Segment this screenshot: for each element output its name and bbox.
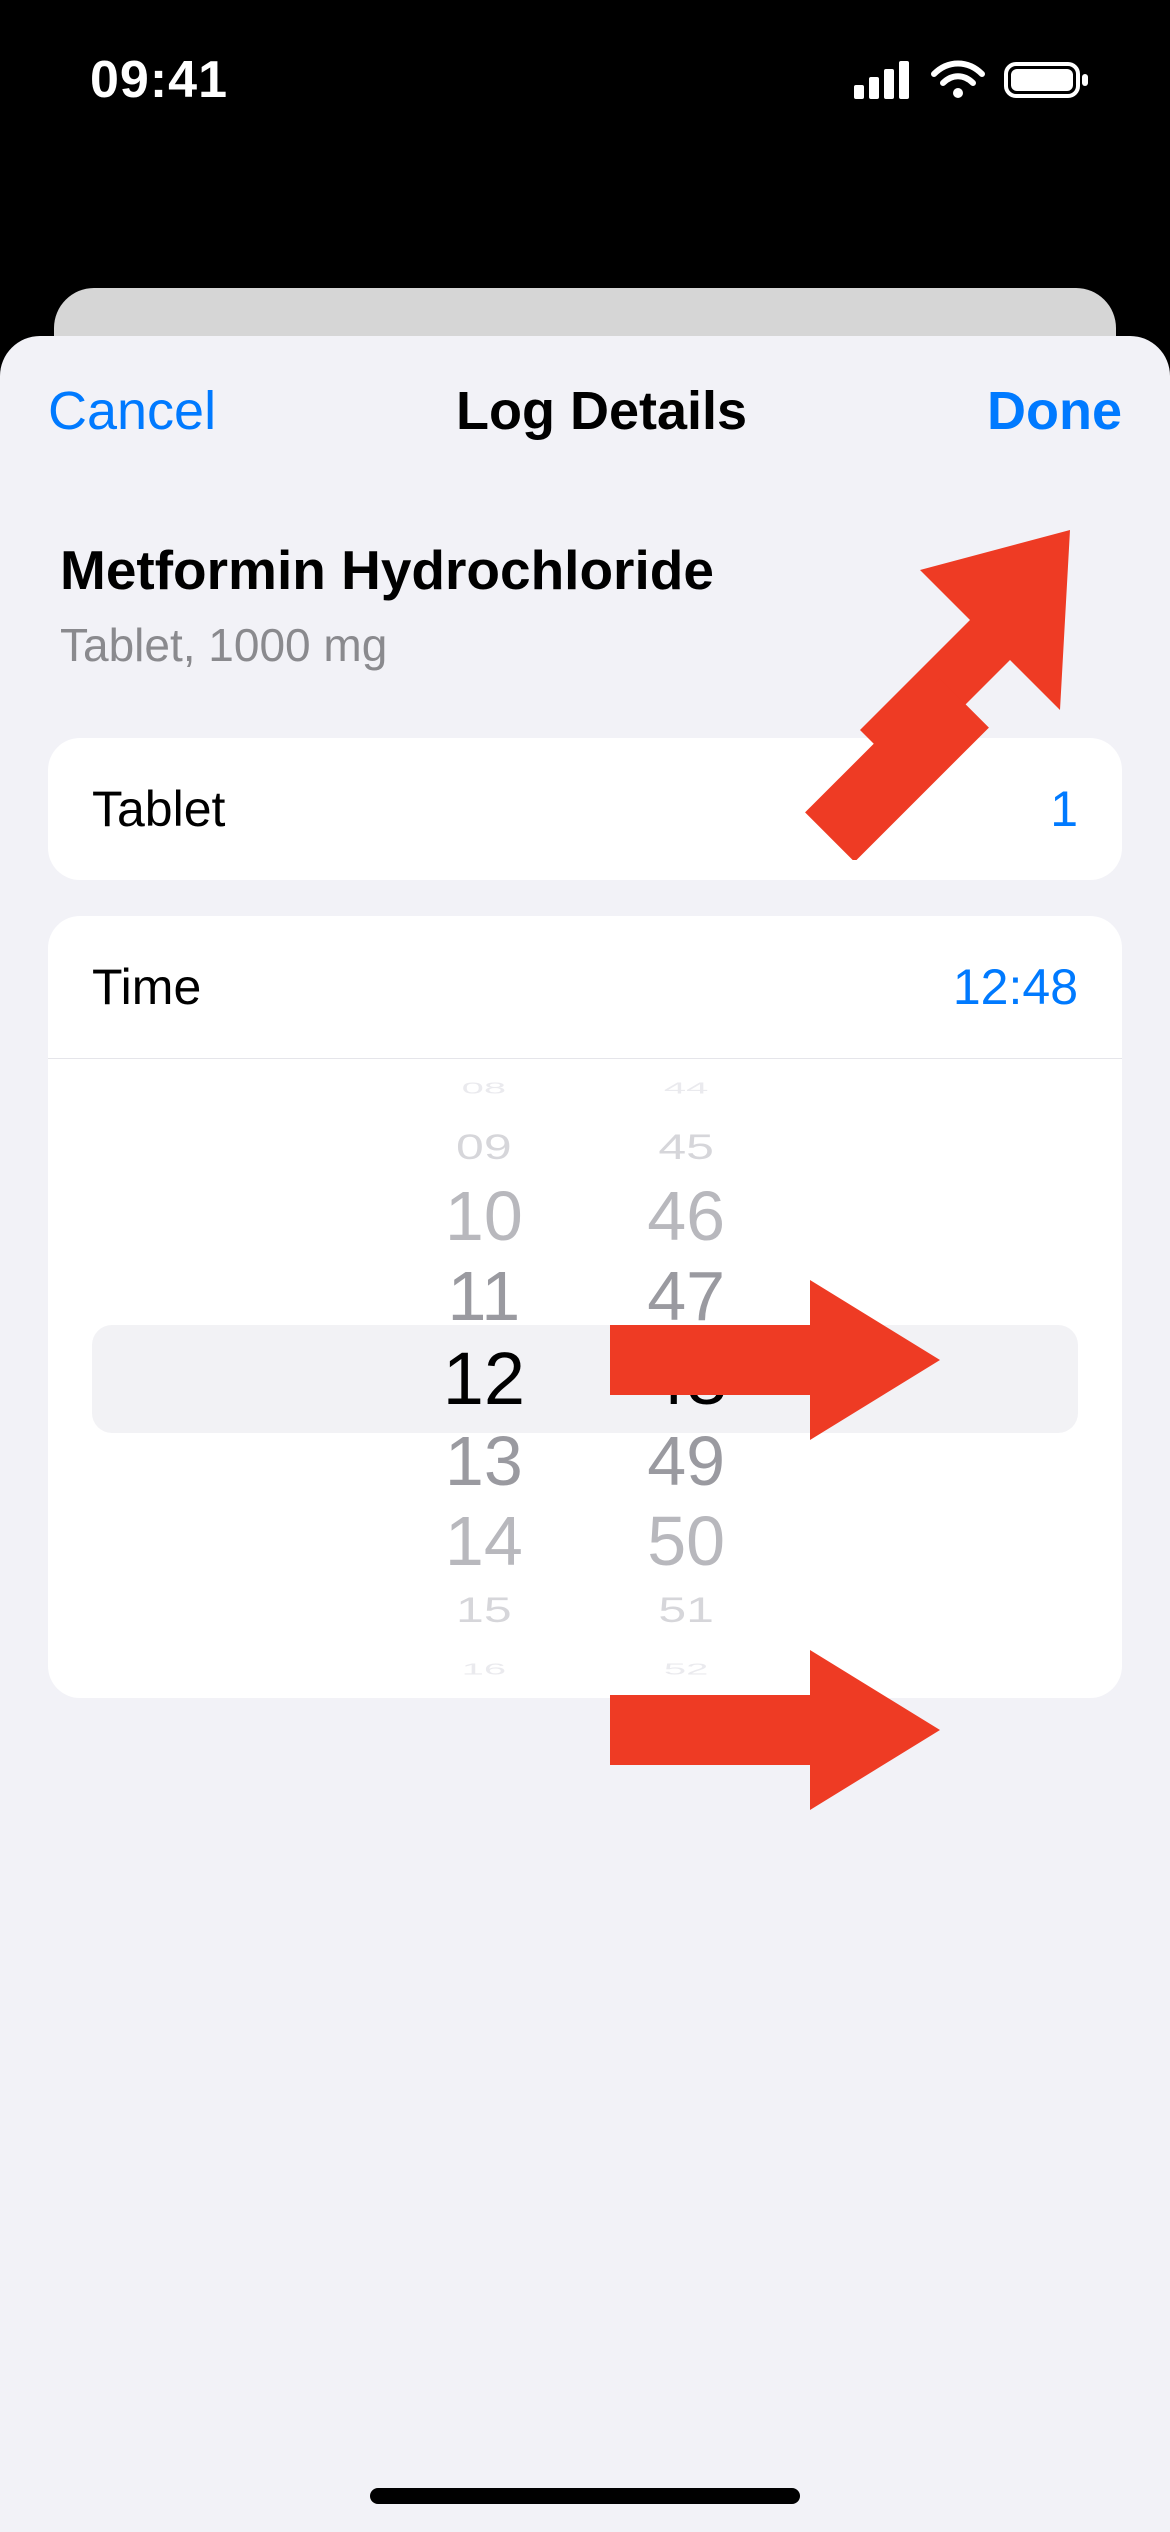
status-icons	[854, 60, 1090, 100]
status-time: 09:41	[90, 50, 228, 110]
picker-hour-item: 11	[448, 1256, 521, 1336]
sheet-header: Cancel Log Details Done	[0, 336, 1170, 478]
picker-minute-item: 46	[647, 1176, 725, 1256]
dose-label: Tablet	[92, 780, 225, 838]
time-row[interactable]: Time 12:48	[48, 916, 1122, 1058]
status-bar: 09:41	[0, 0, 1170, 160]
cancel-button[interactable]: Cancel	[48, 380, 216, 442]
picker-minute-item: 50	[647, 1501, 725, 1581]
home-indicator[interactable]	[370, 2488, 800, 2504]
picker-hour-item: 08	[462, 1077, 507, 1100]
time-value: 12:48	[953, 958, 1078, 1016]
picker-minute-item: 51	[658, 1590, 714, 1631]
annotation-arrow-done	[740, 530, 1070, 860]
picker-hour-item: 09	[456, 1126, 512, 1167]
time-picker[interactable]: 08 09 10 11 12 13 14 15 16 44 45 46	[48, 1058, 1122, 1698]
cellular-icon	[854, 61, 912, 99]
annotation-arrow-dose	[610, 1260, 940, 1460]
picker-hours-column[interactable]: 08 09 10 11 12 13 14 15 16	[443, 1059, 525, 1698]
picker-hour-item: 13	[445, 1421, 523, 1501]
time-label: Time	[92, 958, 201, 1016]
done-button[interactable]: Done	[987, 380, 1122, 442]
picker-hour-item: 15	[456, 1590, 512, 1631]
picker-hour-item: 10	[445, 1176, 523, 1256]
sheet-title: Log Details	[456, 380, 747, 442]
wifi-icon	[930, 60, 986, 100]
picker-hour-item: 16	[462, 1657, 507, 1680]
time-group: Time 12:48 08 09 10 11 12 13 14 15 16	[48, 916, 1122, 1698]
battery-icon	[1004, 60, 1090, 100]
picker-minute-item: 45	[658, 1126, 714, 1167]
picker-hour-selected: 12	[443, 1336, 525, 1421]
picker-hour-item: 14	[445, 1501, 523, 1581]
picker-minute-item: 44	[664, 1077, 709, 1100]
annotation-arrow-time	[610, 1630, 940, 1830]
